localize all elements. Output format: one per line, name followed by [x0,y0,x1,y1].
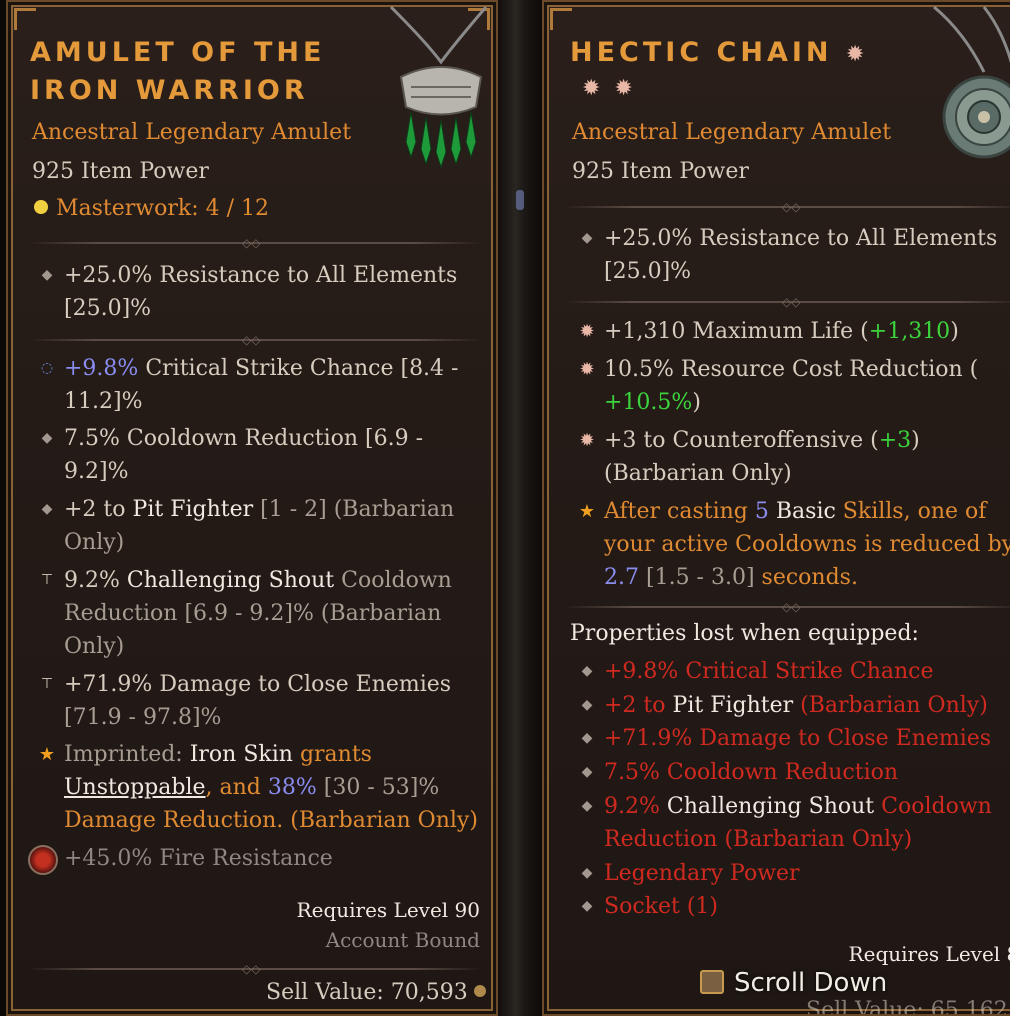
item-power: 925 Item Power [32,159,209,184]
greater-affix-icon: ✹ [579,359,595,380]
separator: ◇◇ [564,601,1010,613]
gem-icon [516,190,524,210]
sell-value: Sell Value: 70,593 [266,980,486,1005]
diamond-icon: ◆ [581,230,593,246]
amulet-image [389,5,488,169]
account-bound: Account Bound [325,928,480,952]
required-level: Requires Level 90 [296,898,480,922]
separator: ◇◇ [28,237,482,249]
anvil-icon: ⊤ [40,676,54,692]
diamond-icon: ◆ [581,798,593,814]
amulet-image [933,5,1010,159]
scroll-down-button[interactable]: Scroll Down [700,968,887,998]
masterwork-dot-icon [34,200,48,214]
item-power: 925 Item Power [572,159,749,184]
gold-coin-icon [473,985,486,997]
star-icon: ★ [578,501,596,522]
legendary-aspect: ★ After casting 5 Basic Skills, one of y… [579,495,1010,594]
separator: ◇◇ [28,963,482,975]
affix-crit-chance: ◌ +9.8% Critical Strike Chance [8.4 - 11… [41,352,459,418]
lost-affix-close-enemies: ◆ +71.9% Damage to Close Enemies [582,722,992,755]
lost-properties-header: Properties lost when equipped: [570,621,919,646]
item-title: AMULET OF THE IRON WARRIOR [30,37,326,106]
affix-cooldown-reduction: ◆ 7.5% Cooldown Reduction [6.9 - 9.2]% [42,422,423,488]
frame-corner [550,8,572,30]
diamond-icon: ◆ [41,430,53,446]
lost-affix-cooldown: ◆ 7.5% Cooldown Reduction [582,756,898,789]
greater-affix-icon: ✹ [579,321,595,342]
diamond-icon: ◆ [41,501,53,517]
affix-pit-fighter: ◆ +2 to Pit Fighter [1 - 2] (Barbarian O… [42,493,455,559]
diamond-icon: ◆ [581,865,593,881]
masterwork-rank: Masterwork: 4 / 12 [34,196,269,221]
lost-affix-pit-fighter: ◆ +2 to Pit Fighter (Barbarian Only) [582,689,988,722]
greater-affix-icons: ✹✹ [582,76,647,101]
diamond-icon: ◆ [581,764,593,780]
affix-challenging-shout: ⊤ 9.2% Challenging Shout Cooldown Reduct… [41,564,452,663]
affix-counteroffensive: ✹ +3 to Counteroffensive (+3) (Barbarian… [579,424,919,490]
affix-close-enemies: ⊤ +71.9% Damage to Close Enemies [71.9 -… [41,668,451,734]
separator: ◇◇ [28,334,482,346]
legendary-aspect: ★ Imprinted: Iron Skin grants Unstoppabl… [39,738,478,837]
diamond-icon: ◆ [581,730,593,746]
item-type: Ancestral Legendary Amulet [572,120,892,145]
lost-affix-challenging-shout: ◆ 9.2% Challenging Shout Cooldown Reduct… [582,790,992,856]
lost-legendary-power: ◆ Legendary Power [582,857,800,890]
lost-socket: ◆ Socket (1) [582,890,718,923]
sell-value: Sell Value: 65,162 [806,998,1008,1016]
star-icon: ★ [38,744,56,765]
diamond-icon: ◆ [41,267,53,283]
affix-resource-cost: ✹ 10.5% Resource Cost Reduction ( +10.5%… [579,353,978,419]
affix-maximum-life: ✹ +1,310 Maximum Life (+1,310) [579,315,958,348]
required-level: Requires Level 80 [848,942,1010,966]
greater-affix-icon: ✹ [579,430,595,451]
fire-socket-icon [28,845,58,875]
diamond-icon: ◆ [581,898,593,914]
scroll-key-icon [700,970,724,994]
left-item-tooltip: AMULET OF THE IRON WARRIOR Ancestral Leg… [6,0,498,1016]
greater-affix-icon: ✹ [845,42,869,67]
diamond-icon: ◆ [581,697,593,713]
item-type: Ancestral Legendary Amulet [32,120,352,145]
separator: ◇◇ [564,296,1010,308]
diamond-icon: ◆ [581,663,593,679]
implicit-affix: ◆ +25.0% Resistance to All Elements [25.0… [582,222,998,288]
implicit-affix: ◆ +25.0% Resistance to All Elements [25.0… [42,259,458,325]
item-title: HECTIC CHAIN ✹ [570,37,869,68]
socket-gem-affix: +45.0% Fire Resistance [64,846,333,871]
anvil-icon: ⊤ [40,572,54,588]
lost-affix-crit: ◆ +9.8% Critical Strike Chance [582,655,934,688]
panel-gap [498,0,542,1016]
right-item-tooltip: HECTIC CHAIN ✹ ✹✹ Ancestral Legendary Am… [542,0,1010,1016]
blue-circle-icon: ◌ [40,360,54,376]
separator: ◇◇ [564,201,1010,213]
frame-corner [14,8,36,30]
